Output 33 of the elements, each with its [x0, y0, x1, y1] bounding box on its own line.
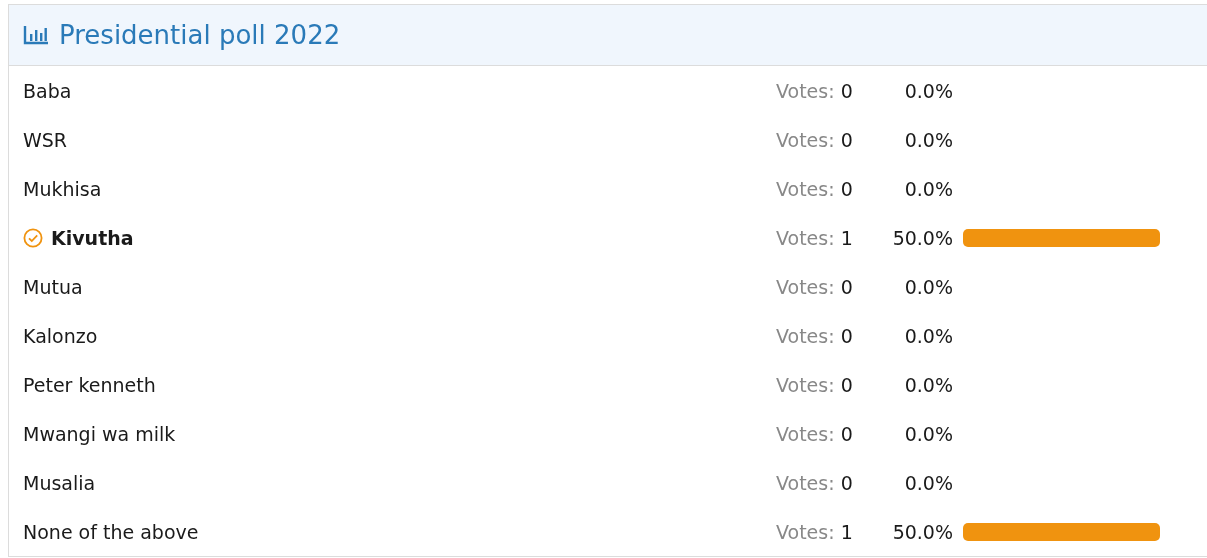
option-name: Musalia — [23, 471, 96, 494]
option-name: Baba — [23, 79, 72, 102]
option-name: Peter kenneth — [23, 373, 156, 396]
vote-percent: 0.0% — [903, 324, 953, 347]
option-name: None of the above — [23, 520, 199, 543]
vote-count: Votes: 0 — [776, 275, 854, 298]
bar-chart-icon — [23, 25, 49, 45]
option-name: Mukhisa — [23, 177, 102, 200]
vote-percent: 50.0% — [891, 520, 953, 543]
poll-title: Presidential poll 2022 — [59, 20, 341, 50]
vote-count: Votes: 0 — [776, 324, 854, 347]
vote-percent: 0.0% — [903, 422, 953, 445]
vote-percent: 0.0% — [903, 177, 953, 200]
vote-count: Votes: 0 — [776, 373, 854, 396]
vote-count: Votes: 1 — [776, 226, 854, 249]
vote-percent: 50.0% — [891, 226, 953, 249]
option-name: Kivutha — [51, 226, 134, 249]
vote-count: Votes: 0 — [776, 422, 854, 445]
option-name: Mwangi wa milk — [23, 422, 176, 445]
option-name: Kalonzo — [23, 324, 98, 347]
option-name: Mutua — [23, 275, 83, 298]
vote-count: Votes: 0 — [776, 128, 854, 151]
vote-count: Votes: 0 — [776, 471, 854, 494]
vote-count: Votes: 1 — [776, 520, 854, 543]
vote-count: Votes: 0 — [776, 177, 854, 200]
vote-percent: 0.0% — [903, 79, 953, 102]
vote-percent: 0.0% — [903, 373, 953, 396]
check-circle-icon — [23, 227, 43, 248]
option-name: WSR — [23, 128, 68, 151]
vote-percent: 0.0% — [903, 128, 953, 151]
vote-percent: 0.0% — [903, 275, 953, 298]
vote-percent: 0.0% — [903, 471, 953, 494]
vote-count: Votes: 0 — [776, 79, 854, 102]
